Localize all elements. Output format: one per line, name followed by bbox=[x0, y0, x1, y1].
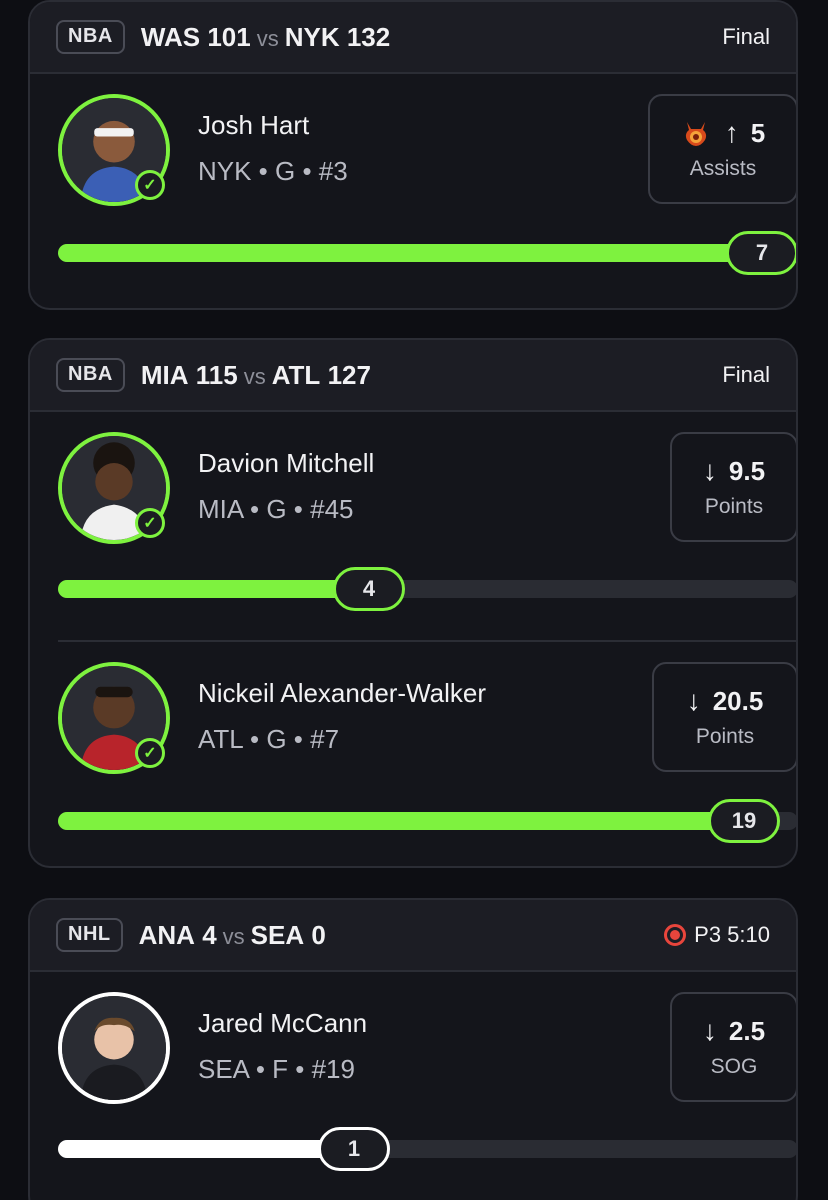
game-status: Final bbox=[722, 24, 770, 49]
league-badge: NHL bbox=[56, 918, 123, 952]
home-team: NYK bbox=[284, 21, 340, 52]
game-score: ANA 4 vs SEA 0 bbox=[139, 920, 326, 951]
progress-bar: 7 bbox=[58, 231, 796, 275]
away-team: MIA bbox=[140, 359, 189, 390]
home-team: SEA bbox=[250, 919, 305, 950]
away-team: ANA bbox=[138, 919, 195, 950]
game-card[interactable]: NBA MIA 115 vs ATL 127 Final ✓ Davion Mi… bbox=[28, 338, 798, 868]
progress-fill bbox=[58, 1140, 354, 1158]
home-score: 127 bbox=[327, 359, 371, 390]
game-status: Final bbox=[722, 362, 770, 387]
game-header: NHL ANA 4 vs SEA 0 P3 5:10 bbox=[30, 900, 796, 972]
player-row[interactable]: ✓ Nickeil Alexander-Walker ATL • G • #7 … bbox=[30, 642, 796, 866]
vs-label: vs bbox=[256, 25, 279, 51]
player-meta: NYK • G • #3 bbox=[198, 156, 348, 186]
player-row[interactable]: ✓ Davion Mitchell MIA • G • #45 ↓ 9.5 Po… bbox=[30, 412, 796, 642]
game-header: NBA MIA 115 vs ATL 127 Final bbox=[30, 340, 796, 412]
progress-fill bbox=[58, 244, 796, 262]
stat-line-value: 20.5 bbox=[712, 685, 764, 716]
verified-check-icon: ✓ bbox=[135, 508, 165, 538]
stat-line-box[interactable]: ↓ 20.5 Points bbox=[652, 662, 796, 772]
live-indicator-icon bbox=[664, 924, 687, 946]
arrow-down-icon: ↓ bbox=[702, 455, 717, 486]
player-row[interactable]: ✓ Josh Hart NYK • G • #3 ↑ 5 Assists 7 bbox=[30, 74, 796, 304]
player-name: Jared McCann bbox=[198, 1008, 368, 1038]
game-status: P3 5:10 bbox=[664, 922, 770, 948]
actual-value-pill: 4 bbox=[333, 567, 405, 611]
league-badge: NBA bbox=[56, 20, 125, 54]
away-team: WAS bbox=[140, 21, 201, 52]
stat-line-box[interactable]: ↓ 9.5 Points bbox=[670, 432, 796, 542]
game-header: NBA WAS 101 vs NYK 132 Final bbox=[30, 2, 796, 74]
player-meta: MIA • G • #45 bbox=[198, 494, 354, 524]
player-name: Davion Mitchell bbox=[198, 448, 375, 478]
verified-check-icon: ✓ bbox=[135, 170, 165, 200]
actual-value-pill: 1 bbox=[318, 1127, 390, 1171]
game-score: MIA 115 vs ATL 127 bbox=[141, 360, 371, 391]
home-team: ATL bbox=[271, 359, 321, 390]
progress-fill bbox=[58, 580, 369, 598]
stat-line-value: 5 bbox=[750, 117, 766, 148]
progress-bar: 4 bbox=[58, 567, 796, 611]
stat-label: SOG bbox=[710, 1055, 758, 1078]
stat-line-box[interactable]: ↓ 2.5 SOG bbox=[670, 992, 796, 1102]
player-avatar bbox=[58, 992, 170, 1104]
away-score: 4 bbox=[202, 919, 217, 950]
game-card[interactable]: NHL ANA 4 vs SEA 0 P3 5:10 Jared McCann … bbox=[28, 898, 798, 1200]
stat-line-value: 2.5 bbox=[728, 1015, 766, 1046]
home-score: 132 bbox=[346, 21, 391, 52]
player-meta: SEA • F • #19 bbox=[198, 1054, 355, 1084]
stat-label: Points bbox=[704, 495, 764, 518]
player-meta: ATL • G • #7 bbox=[198, 724, 340, 754]
actual-value-pill: 19 bbox=[708, 799, 780, 843]
progress-bar: 1 bbox=[58, 1127, 796, 1171]
devil-icon bbox=[685, 122, 706, 146]
player-row[interactable]: Jared McCann SEA • F • #19 ↓ 2.5 SOG 1 bbox=[30, 972, 796, 1200]
verified-check-icon: ✓ bbox=[135, 738, 165, 768]
game-score: WAS 101 vs NYK 132 bbox=[141, 22, 390, 53]
stat-label: Points bbox=[695, 725, 755, 748]
vs-label: vs bbox=[222, 923, 245, 949]
player-name: Nickeil Alexander-Walker bbox=[198, 678, 487, 708]
home-score: 0 bbox=[311, 919, 326, 950]
progress-bar: 19 bbox=[58, 799, 796, 843]
arrow-up-icon: ↑ bbox=[724, 117, 739, 148]
league-badge: NBA bbox=[56, 358, 125, 392]
stat-line-box[interactable]: ↑ 5 Assists bbox=[648, 94, 796, 204]
vs-label: vs bbox=[243, 363, 266, 389]
arrow-down-icon: ↓ bbox=[686, 685, 701, 716]
stat-line-value: 9.5 bbox=[728, 455, 766, 486]
stat-label: Assists bbox=[689, 157, 757, 180]
away-score: 101 bbox=[207, 21, 251, 52]
player-name: Josh Hart bbox=[198, 110, 310, 140]
progress-fill bbox=[58, 812, 744, 830]
game-card[interactable]: NBA WAS 101 vs NYK 132 Final ✓ Josh Hart… bbox=[28, 0, 798, 310]
away-score: 115 bbox=[195, 359, 238, 390]
game-clock: P3 5:10 bbox=[694, 922, 770, 947]
actual-value-pill: 7 bbox=[726, 231, 796, 275]
arrow-down-icon: ↓ bbox=[702, 1015, 717, 1046]
